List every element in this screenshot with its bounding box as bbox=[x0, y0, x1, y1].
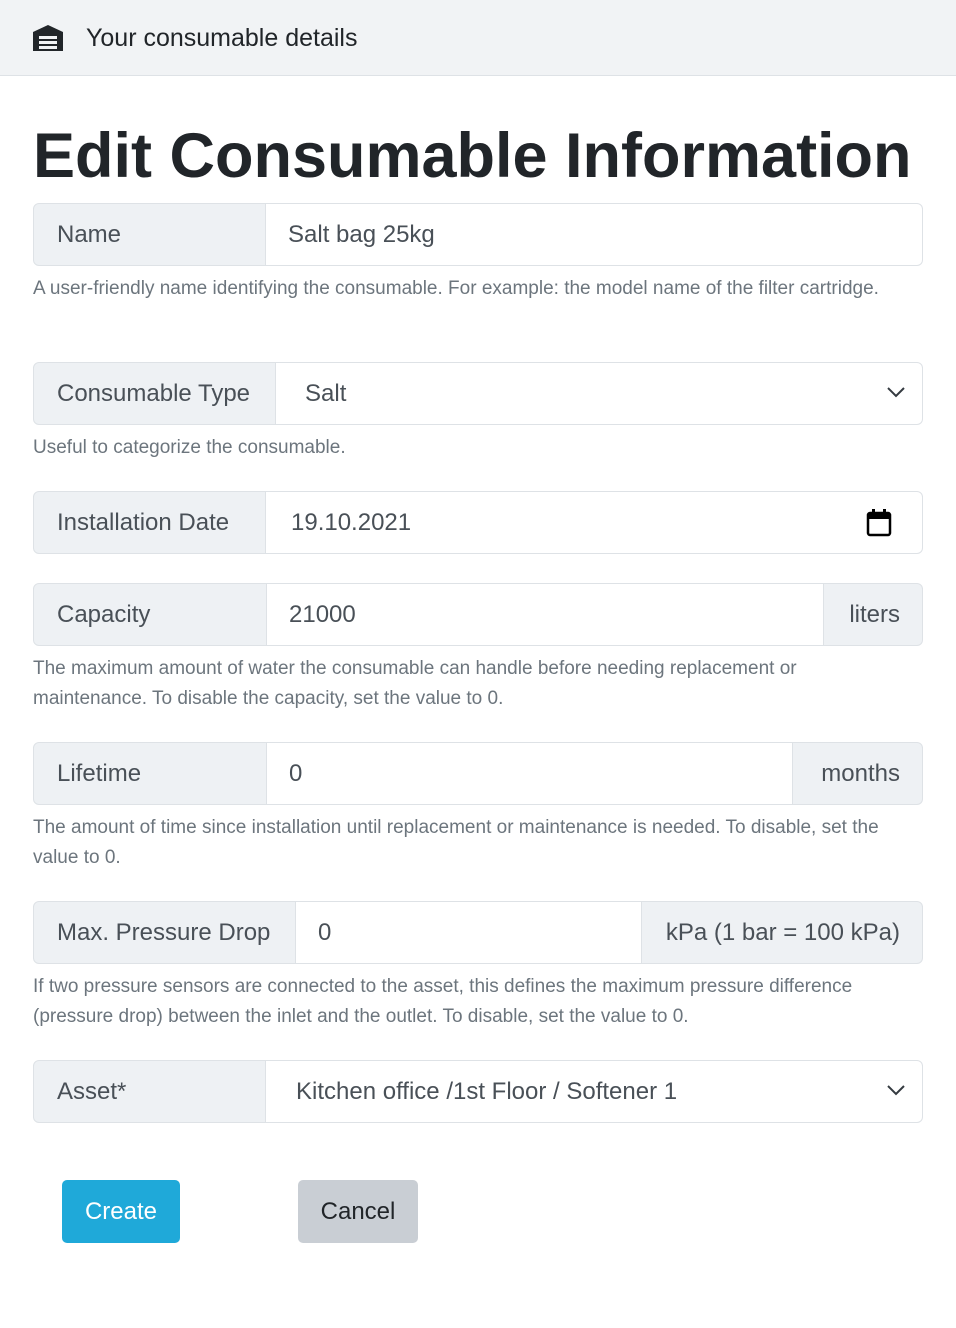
capacity-input[interactable]: 21000 bbox=[267, 583, 824, 646]
capacity-group: Capacity 21000 liters bbox=[33, 583, 923, 646]
type-help: Useful to categorize the consumable. bbox=[33, 437, 346, 458]
lifetime-group: Lifetime 0 months bbox=[33, 742, 923, 805]
chevron-down-icon bbox=[887, 387, 905, 398]
page-title: Edit Consumable Information bbox=[33, 121, 912, 191]
pressure-drop-help: If two pressure sensors are connected to… bbox=[33, 976, 853, 1027]
type-group: Consumable Type Salt bbox=[33, 362, 923, 425]
top-bar: Your consumable details bbox=[0, 0, 956, 76]
warehouse-icon bbox=[33, 25, 63, 51]
pressure-drop-unit: kPa (1 bar = 100 kPa) bbox=[642, 901, 923, 964]
lifetime-label: Lifetime bbox=[33, 742, 267, 805]
pressure-drop-group: Max. Pressure Drop 0 kPa (1 bar = 100 kP… bbox=[33, 901, 923, 964]
name-help: A user-friendly name identifying the con… bbox=[33, 278, 879, 299]
installation-date-label: Installation Date bbox=[33, 491, 266, 554]
capacity-help: The maximum amount of water the consumab… bbox=[33, 658, 797, 709]
type-label: Consumable Type bbox=[33, 362, 276, 425]
capacity-unit: liters bbox=[824, 583, 923, 646]
asset-select-value: Kitchen office /1st Floor / Softener 1 bbox=[296, 1077, 678, 1105]
type-select[interactable]: Salt bbox=[276, 362, 923, 425]
type-select-value: Salt bbox=[305, 379, 347, 407]
name-input[interactable]: Salt bag 25kg bbox=[266, 203, 923, 266]
header-title: Your consumable details bbox=[86, 24, 358, 52]
create-button[interactable]: Create bbox=[62, 1180, 180, 1243]
cancel-button[interactable]: Cancel bbox=[298, 1180, 418, 1243]
installation-date-input[interactable]: 19.10.2021 bbox=[266, 491, 923, 554]
capacity-label: Capacity bbox=[33, 583, 267, 646]
name-label: Name bbox=[33, 203, 266, 266]
chevron-down-icon bbox=[887, 1085, 905, 1096]
pressure-drop-label: Max. Pressure Drop bbox=[33, 901, 296, 964]
name-group: Name Salt bag 25kg bbox=[33, 203, 923, 266]
lifetime-unit: months bbox=[793, 742, 923, 805]
installation-date-group: Installation Date 19.10.2021 bbox=[33, 491, 923, 554]
calendar-icon[interactable] bbox=[866, 509, 892, 537]
lifetime-input[interactable]: 0 bbox=[267, 742, 793, 805]
asset-label: Asset* bbox=[33, 1060, 266, 1123]
asset-group: Asset* Kitchen office /1st Floor / Softe… bbox=[33, 1060, 923, 1123]
lifetime-help: The amount of time since installation un… bbox=[33, 817, 879, 868]
asset-select[interactable]: Kitchen office /1st Floor / Softener 1 bbox=[266, 1060, 923, 1123]
installation-date-value: 19.10.2021 bbox=[291, 508, 412, 536]
pressure-drop-input[interactable]: 0 bbox=[296, 901, 642, 964]
